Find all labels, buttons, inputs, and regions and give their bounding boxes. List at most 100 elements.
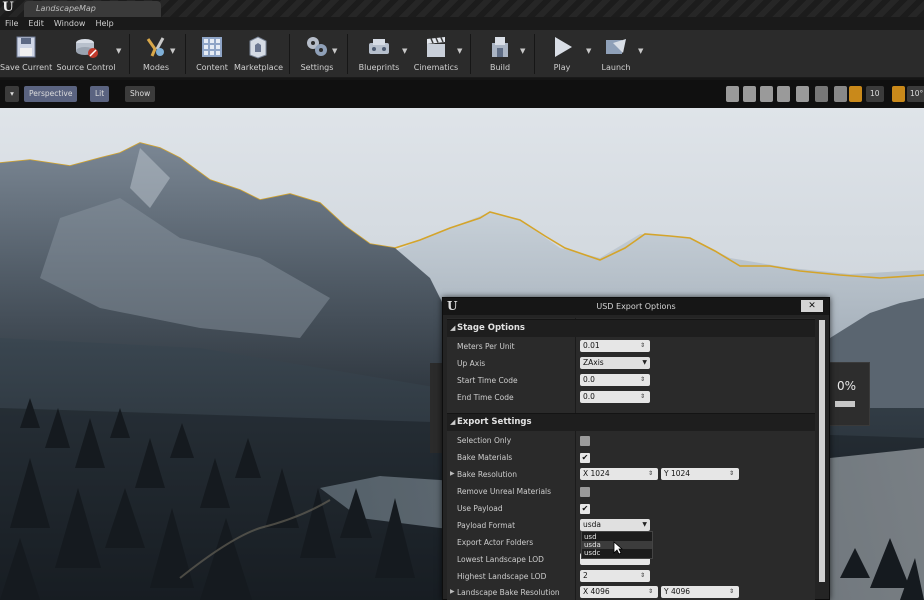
- dialog-scrollbar[interactable]: [819, 320, 825, 582]
- toolbar-separator: [129, 34, 130, 74]
- launch-dropdown-icon[interactable]: ▼: [638, 47, 646, 55]
- selection-only-checkbox[interactable]: [580, 436, 590, 446]
- export-progress-panel: 0%: [826, 362, 870, 426]
- landscape-bake-resolution-x-input[interactable]: X 4096 ⇕: [580, 586, 658, 598]
- modes-dropdown-icon[interactable]: ▼: [170, 47, 178, 55]
- launch-button[interactable]: Launch: [596, 33, 636, 75]
- globe-icon[interactable]: [815, 86, 828, 102]
- viewport-options-icon[interactable]: ▾: [5, 86, 19, 102]
- blueprints-icon: [369, 39, 389, 54]
- cinematics-icon: [427, 37, 445, 57]
- expand-arrow-icon[interactable]: ▶: [450, 470, 455, 477]
- surface-snap-icon[interactable]: [796, 86, 809, 102]
- marketplace-button[interactable]: Marketplace: [234, 33, 283, 75]
- blueprints-button[interactable]: Blueprints: [356, 33, 402, 75]
- close-button[interactable]: ✕: [801, 300, 823, 312]
- rotation-snap-value[interactable]: 10°: [907, 86, 924, 102]
- source-control-dropdown-icon[interactable]: ▼: [116, 47, 124, 55]
- start-time-code-input[interactable]: 0.0 ⇕: [580, 374, 650, 386]
- bake-materials-checkbox[interactable]: ✔: [580, 453, 590, 463]
- spin-icon: ⇕: [640, 342, 646, 349]
- spin-icon: ⇕: [640, 393, 646, 400]
- remove-unreal-materials-checkbox[interactable]: [580, 487, 590, 497]
- modes-icon: [146, 37, 165, 57]
- highest-landscape-lod-input[interactable]: 2 ⇕: [580, 570, 650, 582]
- row-remove-unreal-materials: Remove Unreal Materials: [447, 483, 815, 500]
- row-use-payload: Use Payload ✔: [457, 504, 590, 514]
- row-selection-only: Selection Only: [447, 432, 815, 449]
- menu-file[interactable]: File: [0, 17, 23, 30]
- meters-per-unit-input[interactable]: 0.01 ⇕: [580, 340, 650, 352]
- spin-icon: ⇕: [729, 470, 735, 477]
- translate-mode-icon[interactable]: [726, 86, 739, 102]
- bake-resolution-x-input[interactable]: X 1024 ⇕: [580, 468, 658, 480]
- menu-edit[interactable]: Edit: [23, 17, 49, 30]
- row-up-axis: Up Axis ZAxis ▼: [447, 355, 815, 372]
- source-control-icon: [76, 39, 98, 58]
- marketplace-icon: [249, 36, 267, 59]
- settings-icon: [307, 37, 327, 56]
- blueprints-dropdown-icon[interactable]: ▼: [402, 47, 410, 55]
- spin-icon: ⇕: [640, 376, 646, 383]
- level-tab[interactable]: LandscapeMap: [24, 1, 161, 17]
- bake-resolution-y-input[interactable]: Y 1024 ⇕: [661, 468, 739, 480]
- toolbar-separator: [470, 34, 471, 74]
- up-axis-select[interactable]: ZAxis ▼: [580, 357, 650, 369]
- build-icon: [492, 37, 508, 57]
- row-meters-per-unit: Meters Per Unit 0.01 ⇕: [447, 338, 815, 355]
- landscape-bake-resolution-y-input[interactable]: Y 4096 ⇕: [661, 586, 739, 598]
- build-button[interactable]: Build: [480, 33, 520, 75]
- mouse-cursor-icon: [613, 541, 623, 555]
- spin-icon: ⇕: [640, 572, 646, 579]
- expand-arrow-icon[interactable]: ▶: [450, 588, 455, 595]
- unreal-logo-icon: U: [447, 299, 458, 313]
- toolbar-separator: [289, 34, 290, 74]
- section-export-settings[interactable]: ◢ Export Settings: [447, 413, 815, 431]
- menu-window[interactable]: Window: [49, 17, 91, 30]
- grid-snap-toggle-icon[interactable]: [849, 86, 862, 102]
- grid-icon[interactable]: [834, 86, 847, 102]
- payload-format-select[interactable]: usda ▼: [580, 519, 650, 531]
- row-bake-resolution: ▶ Bake Resolution X 1024 ⇕ Y 1024 ⇕: [447, 466, 815, 483]
- world-local-icon[interactable]: [777, 86, 790, 102]
- rotate-mode-icon[interactable]: [743, 86, 756, 102]
- use-payload-checkbox[interactable]: ✔: [580, 504, 590, 514]
- grid-snap-value[interactable]: 10: [866, 86, 884, 102]
- option-usd[interactable]: usd: [582, 533, 652, 541]
- save-current-button[interactable]: Save Current: [0, 33, 52, 75]
- launch-icon: [606, 39, 626, 54]
- perspective-button[interactable]: Perspective: [24, 86, 78, 102]
- play-icon: [555, 37, 572, 57]
- section-stage-options[interactable]: ◢ Stage Options: [447, 319, 815, 337]
- play-button[interactable]: Play: [542, 33, 582, 75]
- toolbar-separator: [534, 34, 535, 74]
- viewport-toolbar: ▾ Perspective Lit Show 10 10°: [0, 80, 924, 108]
- dialog-title-bar[interactable]: USD Export Options U ✕: [443, 298, 829, 315]
- chevron-down-icon: ▼: [642, 359, 647, 366]
- build-dropdown-icon[interactable]: ▼: [520, 47, 528, 55]
- lit-button[interactable]: Lit: [90, 86, 110, 102]
- save-icon: [16, 36, 36, 58]
- toolbar-separator: [347, 34, 348, 74]
- details-panel: ◢ Stage Options Meters Per Unit 0.01 ⇕ Up…: [447, 318, 815, 600]
- row-bake-materials: Bake Materials ✔: [457, 453, 590, 463]
- row-start-time-code: Start Time Code 0.0 ⇕: [447, 372, 815, 389]
- menu-help[interactable]: Help: [90, 17, 118, 30]
- content-button[interactable]: Content: [192, 33, 232, 75]
- settings-dropdown-icon[interactable]: ▼: [332, 47, 340, 55]
- content-icon: [202, 37, 222, 57]
- spin-icon: ⇕: [729, 588, 735, 595]
- main-toolbar: Save Current Source Control ▼ Modes ▼ Co…: [0, 30, 924, 78]
- unreal-logo-icon: U: [2, 0, 14, 15]
- cinematics-button[interactable]: Cinematics: [412, 33, 460, 75]
- rotation-snap-toggle-icon[interactable]: [892, 86, 905, 102]
- play-dropdown-icon[interactable]: ▼: [586, 47, 594, 55]
- cinematics-dropdown-icon[interactable]: ▼: [457, 47, 465, 55]
- collapse-arrow-icon: ◢: [450, 324, 456, 332]
- show-button[interactable]: Show: [125, 86, 156, 102]
- source-control-button[interactable]: Source Control: [55, 33, 117, 75]
- end-time-code-input[interactable]: 0.0 ⇕: [580, 391, 650, 403]
- spin-icon: ⇕: [648, 470, 654, 477]
- scale-mode-icon[interactable]: [760, 86, 773, 102]
- menu-bar: File Edit Window Help: [0, 17, 924, 30]
